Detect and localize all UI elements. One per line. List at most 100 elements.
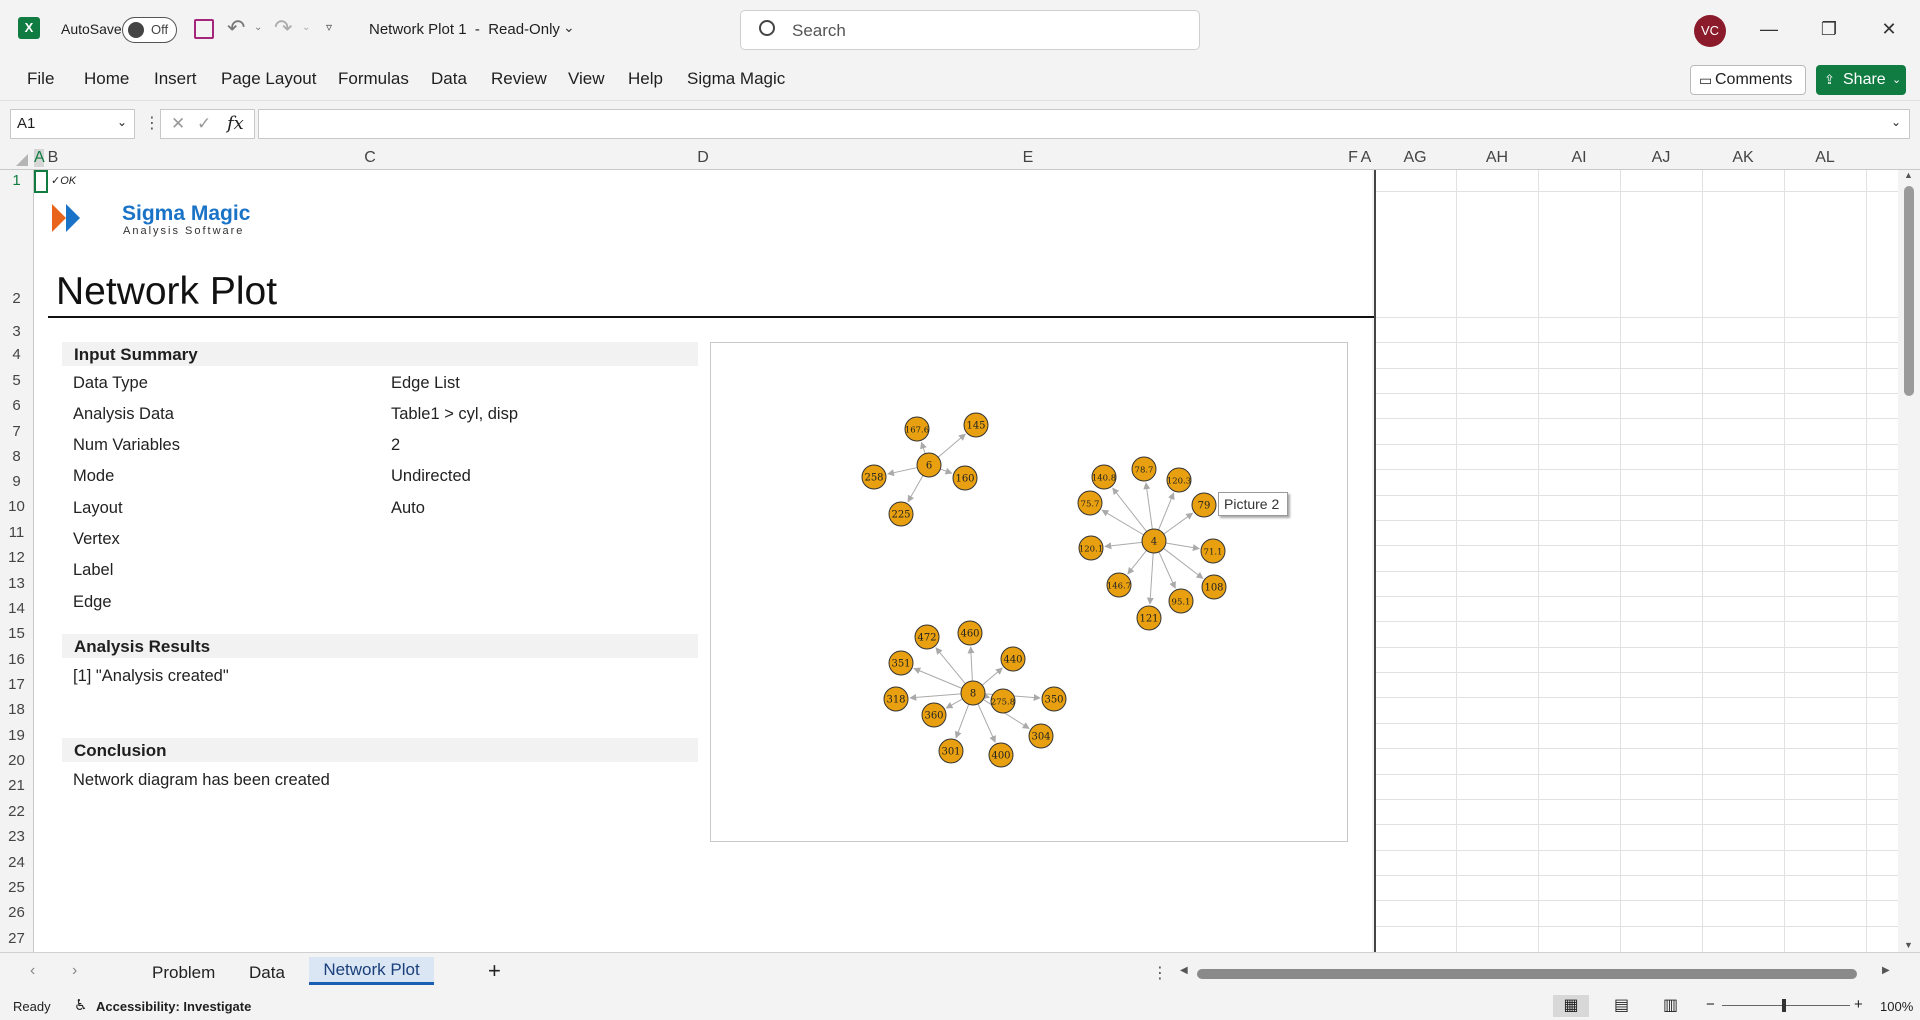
- menu-file[interactable]: File: [27, 69, 54, 89]
- row-header[interactable]: 16: [0, 651, 33, 668]
- scroll-up-icon[interactable]: ▲: [1904, 170, 1913, 180]
- row-header[interactable]: 3: [0, 323, 33, 340]
- insert-function-icon[interactable]: fx: [227, 113, 244, 134]
- menu-insert[interactable]: Insert: [154, 69, 197, 89]
- user-avatar[interactable]: VC: [1694, 15, 1726, 47]
- col-header-d[interactable]: D: [693, 149, 713, 167]
- col-header-a2[interactable]: A: [1359, 149, 1373, 167]
- active-cell-a1[interactable]: [34, 170, 48, 193]
- menu-page-layout[interactable]: Page Layout: [221, 69, 316, 89]
- zoom-out-icon[interactable]: −: [1706, 996, 1715, 1013]
- minimize-icon[interactable]: —: [1754, 14, 1784, 44]
- row-header[interactable]: 12: [0, 549, 33, 566]
- title-dropdown-icon[interactable]: ⌄: [563, 19, 575, 36]
- row-header[interactable]: 17: [0, 676, 33, 693]
- menu-review[interactable]: Review: [491, 69, 547, 89]
- undo-dropdown-icon[interactable]: ⌄: [254, 22, 262, 33]
- tab-options-icon[interactable]: ⋮: [1152, 963, 1168, 983]
- menu-sigma-magic[interactable]: Sigma Magic: [687, 69, 785, 89]
- close-icon[interactable]: ✕: [1874, 14, 1904, 44]
- redo-dropdown-icon[interactable]: ⌄: [302, 22, 310, 33]
- row-header[interactable]: 24: [0, 854, 33, 871]
- row-header[interactable]: 13: [0, 575, 33, 592]
- row-header[interactable]: 5: [0, 372, 33, 389]
- hscroll-left-icon[interactable]: ◀: [1180, 965, 1188, 976]
- share-button[interactable]: ⇪ Share ⌄: [1816, 65, 1906, 95]
- row-header[interactable]: 21: [0, 777, 33, 794]
- col-header-ai[interactable]: AI: [1538, 149, 1620, 167]
- network-plot-picture[interactable]: 6 167.6 145 258 160 225 4 140.8 78.7 120.3 75.7 79 1…: [710, 342, 1348, 842]
- zoom-slider-thumb[interactable]: [1782, 999, 1786, 1012]
- undo-icon[interactable]: ↶: [227, 15, 245, 41]
- expand-formula-icon[interactable]: ⌄: [1891, 115, 1901, 129]
- col-header-c[interactable]: C: [360, 149, 380, 167]
- row-header[interactable]: 11: [0, 524, 33, 541]
- page-break-view-icon[interactable]: ▥: [1663, 995, 1678, 1015]
- col-header-al[interactable]: AL: [1784, 149, 1866, 167]
- row-header[interactable]: 14: [0, 600, 33, 617]
- tab-data[interactable]: Data: [249, 963, 285, 983]
- row-header[interactable]: 7: [0, 423, 33, 440]
- menu-data[interactable]: Data: [431, 69, 467, 89]
- enter-icon[interactable]: ✓: [197, 114, 211, 134]
- accessibility-status[interactable]: Accessibility: Investigate: [96, 999, 251, 1014]
- col-header-a[interactable]: A: [34, 149, 45, 167]
- normal-view-icon[interactable]: ▦: [1553, 995, 1589, 1017]
- hscroll-right-icon[interactable]: ▶: [1882, 965, 1890, 976]
- col-header-ag[interactable]: AG: [1375, 149, 1455, 167]
- restore-icon[interactable]: ❐: [1814, 14, 1844, 44]
- scroll-down-icon[interactable]: ▼: [1904, 940, 1913, 950]
- row-header[interactable]: 4: [0, 346, 33, 363]
- tab-next-icon[interactable]: ›: [72, 962, 77, 980]
- row-header[interactable]: 10: [0, 498, 33, 515]
- worksheet-right-pane[interactable]: [1374, 170, 1900, 952]
- tab-network-plot[interactable]: Network Plot: [309, 957, 434, 985]
- row-header[interactable]: 22: [0, 803, 33, 820]
- customize-toolbar-icon[interactable]: ▿: [326, 20, 332, 34]
- zoom-in-icon[interactable]: +: [1854, 996, 1863, 1013]
- formula-input[interactable]: ⌄: [258, 109, 1910, 139]
- col-header-aj[interactable]: AJ: [1620, 149, 1702, 167]
- col-header-b[interactable]: B: [46, 149, 60, 167]
- row-header[interactable]: 19: [0, 727, 33, 744]
- autosave-toggle[interactable]: Off: [122, 17, 177, 43]
- search-box[interactable]: Search: [740, 10, 1200, 50]
- col-header-f[interactable]: F: [1348, 149, 1358, 167]
- excel-icon[interactable]: X: [18, 17, 40, 39]
- row-header[interactable]: 15: [0, 625, 33, 642]
- tab-prev-icon[interactable]: ‹: [30, 962, 35, 980]
- tab-problem[interactable]: Problem: [152, 963, 215, 983]
- zoom-slider[interactable]: [1722, 1005, 1850, 1006]
- zoom-level[interactable]: 100%: [1880, 999, 1913, 1014]
- row-header[interactable]: 6: [0, 397, 33, 414]
- vertical-scrollbar[interactable]: ▲ ▼: [1898, 170, 1920, 952]
- menu-home[interactable]: Home: [84, 69, 129, 89]
- select-all-corner[interactable]: [16, 154, 28, 166]
- menu-formulas[interactable]: Formulas: [338, 69, 409, 89]
- row-header[interactable]: 20: [0, 752, 33, 769]
- row-header[interactable]: 18: [0, 701, 33, 718]
- cancel-icon[interactable]: ✕: [171, 114, 185, 134]
- comments-button[interactable]: ▭ Comments: [1690, 65, 1806, 95]
- redo-icon[interactable]: ↷: [274, 15, 292, 41]
- formula-bar-options-icon[interactable]: ⋮: [144, 113, 160, 133]
- name-box[interactable]: A1 ⌄: [10, 109, 135, 139]
- horizontal-scroll-thumb[interactable]: [1197, 969, 1857, 979]
- vertical-scroll-thumb[interactable]: [1904, 186, 1914, 396]
- row-header[interactable]: 26: [0, 904, 33, 921]
- worksheet[interactable]: ✓OK Sigma Magic Analysis Software Networ…: [34, 170, 1374, 952]
- menu-view[interactable]: View: [568, 69, 605, 89]
- col-header-ak[interactable]: AK: [1702, 149, 1784, 167]
- col-header-ah[interactable]: AH: [1456, 149, 1538, 167]
- document-title[interactable]: Network Plot 1 - Read-Only: [369, 21, 560, 38]
- row-header[interactable]: 1: [0, 172, 33, 189]
- save-icon[interactable]: [194, 19, 214, 39]
- row-header[interactable]: 25: [0, 879, 33, 896]
- add-sheet-button[interactable]: +: [488, 958, 501, 984]
- row-header[interactable]: 23: [0, 828, 33, 845]
- row-header[interactable]: 27: [0, 930, 33, 947]
- row-header[interactable]: 9: [0, 473, 33, 490]
- row-header[interactable]: 2: [0, 290, 33, 307]
- menu-help[interactable]: Help: [628, 69, 663, 89]
- page-layout-view-icon[interactable]: ▤: [1614, 995, 1629, 1015]
